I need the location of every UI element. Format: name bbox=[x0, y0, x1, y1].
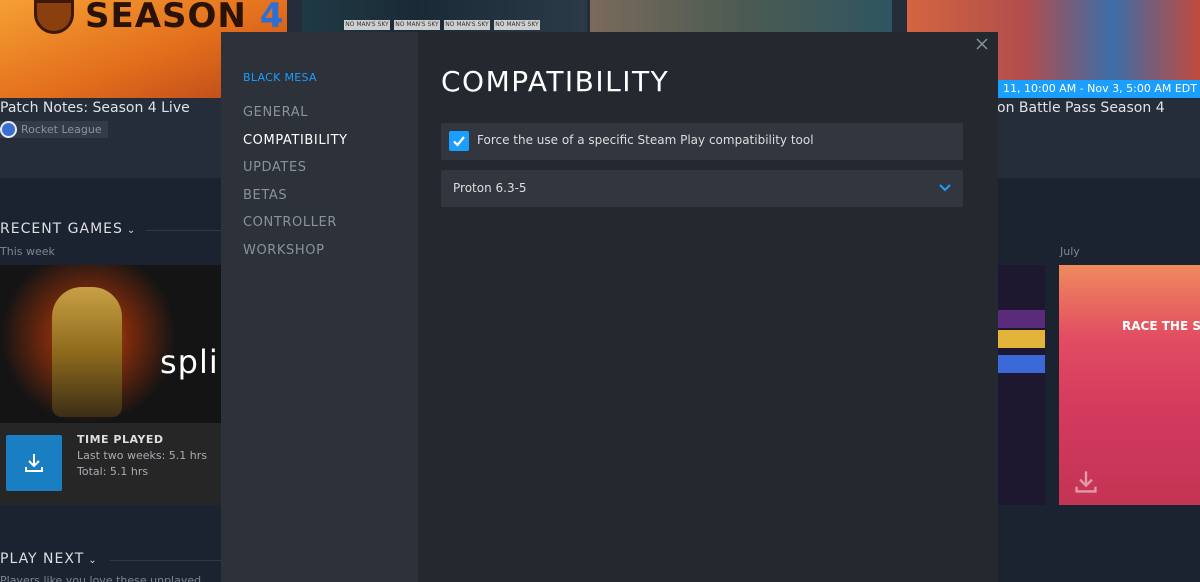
chevron-down-icon: ⌄ bbox=[126, 225, 137, 236]
time-played-label: TIME PLAYED bbox=[77, 433, 164, 446]
play-next-header[interactable]: PLAY NEXT ⌄ bbox=[0, 551, 98, 567]
force-tool-label[interactable]: Force the use of a specific Steam Play c… bbox=[477, 133, 814, 147]
nav-item-betas[interactable]: BETAS bbox=[243, 188, 287, 203]
properties-nav: BLACK MESA GENERAL COMPATIBILITY UPDATES… bbox=[221, 32, 418, 582]
section-divider bbox=[146, 230, 221, 231]
game-art-logo: RACE THE SU bbox=[1122, 319, 1200, 333]
news-title[interactable]: on Battle Pass Season 4 bbox=[997, 100, 1165, 116]
recent-games-header[interactable]: RECENT GAMES ⌄ bbox=[0, 221, 136, 237]
close-icon[interactable] bbox=[974, 36, 990, 52]
nav-item-workshop[interactable]: WORKSHOP bbox=[243, 243, 325, 258]
news-strip: NO MAN'S SKY bbox=[344, 20, 390, 30]
chevron-down-icon: ⌄ bbox=[88, 555, 98, 566]
section-divider bbox=[110, 560, 221, 561]
playtime-two-weeks: Last two weeks: 5.1 hrs bbox=[77, 449, 207, 462]
checkmark-icon bbox=[453, 136, 465, 147]
recent-game-tile[interactable] bbox=[997, 265, 1045, 505]
news-tile-no-mans-sky[interactable]: NO MAN'S SKY NO MAN'S SKY NO MAN'S SKY N… bbox=[302, 0, 587, 32]
news-game-name: Rocket League bbox=[21, 123, 102, 136]
dialog-game-name: BLACK MESA bbox=[243, 71, 317, 84]
force-tool-row[interactable]: Force the use of a specific Steam Play c… bbox=[441, 123, 963, 160]
news-strip: NO MAN'S SKY bbox=[444, 20, 490, 30]
game-art-logo: spli bbox=[160, 343, 219, 381]
nav-item-controller[interactable]: CONTROLLER bbox=[243, 215, 337, 230]
recent-games-title: RECENT GAMES bbox=[0, 221, 123, 237]
compat-tool-select[interactable]: Proton 6.3-5 bbox=[441, 170, 963, 207]
force-tool-checkbox[interactable] bbox=[449, 131, 469, 151]
recent-game-tile[interactable]: spli TIME PLAYED Last two weeks: 5.1 hrs… bbox=[0, 265, 221, 505]
news-title[interactable]: Patch Notes: Season 4 Live bbox=[0, 100, 190, 116]
news-strip: NO MAN'S SKY bbox=[394, 20, 440, 30]
rocket-league-icon bbox=[0, 121, 17, 138]
game-art-character bbox=[52, 287, 122, 417]
game-art bbox=[997, 310, 1045, 328]
compat-tool-value: Proton 6.3-5 bbox=[453, 181, 527, 195]
nav-item-updates[interactable]: UPDATES bbox=[243, 160, 307, 175]
news-game-tag[interactable]: Rocket League bbox=[0, 121, 108, 138]
news-art-text: SEASON 4 bbox=[85, 0, 285, 36]
rocket-league-badge-icon bbox=[34, 0, 74, 34]
play-next-subtitle: Players like you love these unplayed bbox=[0, 574, 202, 582]
event-date-bar: 11, 10:00 AM - Nov 3, 5:00 AM EDT bbox=[997, 80, 1200, 98]
properties-content: COMPATIBILITY Force the use of a specifi… bbox=[418, 32, 998, 582]
game-art bbox=[997, 355, 1045, 373]
page-title: COMPATIBILITY bbox=[441, 65, 670, 98]
time-played-box: TIME PLAYED Last two weeks: 5.1 hrs Tota… bbox=[0, 423, 221, 505]
recent-game-tile[interactable]: RACE THE SU bbox=[1059, 265, 1200, 505]
download-icon bbox=[25, 454, 43, 472]
chevron-down-icon bbox=[939, 184, 951, 192]
download-button[interactable] bbox=[6, 435, 62, 491]
nav-item-general[interactable]: GENERAL bbox=[243, 105, 308, 120]
game-art bbox=[997, 330, 1045, 348]
download-icon bbox=[1075, 471, 1097, 493]
playtime-total: Total: 5.1 hrs bbox=[77, 465, 149, 478]
recent-games-subtitle: This week bbox=[0, 245, 55, 258]
nav-item-compatibility[interactable]: COMPATIBILITY bbox=[243, 133, 348, 148]
game-properties-dialog: BLACK MESA GENERAL COMPATIBILITY UPDATES… bbox=[221, 32, 998, 582]
month-label: July bbox=[1060, 245, 1080, 258]
news-tile-art[interactable] bbox=[590, 0, 892, 32]
play-next-title: PLAY NEXT bbox=[0, 551, 85, 567]
news-strip: NO MAN'S SKY bbox=[494, 20, 540, 30]
